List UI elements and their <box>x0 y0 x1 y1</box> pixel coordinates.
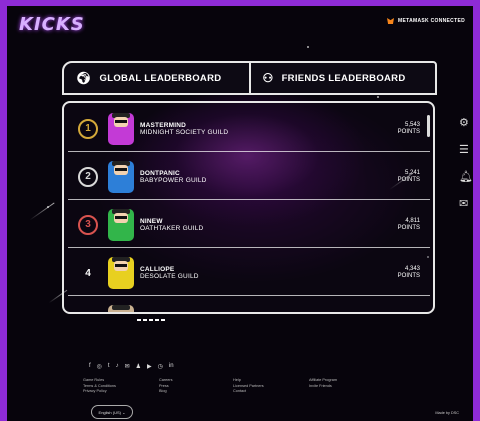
points: 4,343 POINTS <box>375 266 420 280</box>
tab-label: FRIENDS LEADERBOARD <box>281 72 406 84</box>
points-value: 5,543 <box>404 122 420 128</box>
avatar <box>108 161 134 193</box>
rank: 3 <box>68 215 108 235</box>
points-value: 4,343 <box>404 266 420 272</box>
wallet-status[interactable]: METAMASK CONNECTED <box>387 18 465 24</box>
tab-friends-leaderboard[interactable]: ⚇ FRIENDS LEADERBOARD <box>251 63 436 93</box>
social-icon[interactable]: ✉ <box>125 363 130 370</box>
globe-icon: 🌍︎ <box>76 71 92 85</box>
kicks-logo[interactable]: KICKS <box>19 14 85 35</box>
social-links: f ◎ t ♪ ✉ ♟ ▶ ◷ in <box>89 363 174 370</box>
points-label: POINTS <box>397 273 420 279</box>
social-icon[interactable]: ◎ <box>97 363 102 370</box>
social-icon[interactable]: f <box>89 363 91 370</box>
social-icon[interactable]: ▶ <box>147 363 152 370</box>
footer-col-1: Game Rules Terms & Conditions Privacy Po… <box>83 378 116 395</box>
rank: 1 <box>68 119 108 139</box>
avatar <box>108 305 134 312</box>
wallet-status-label: METAMASK CONNECTED <box>398 18 465 24</box>
pagination-dashes <box>137 319 165 321</box>
rank: 2 <box>68 167 108 187</box>
footer-link[interactable]: Contact <box>233 389 264 395</box>
footer-col-2: Careers Press Blog <box>159 378 173 395</box>
guild-name: DESOLATE GUILD <box>140 273 199 280</box>
leaderboard-row[interactable]: 1 MASTERMIND MIDNIGHT SOCIETY GUILD 5,54… <box>68 107 430 152</box>
player-info: MASTERMIND MIDNIGHT SOCIETY GUILD <box>140 122 375 137</box>
leaderboard-tabs: 🌍︎ GLOBAL LEADERBOARD ⚇ FRIENDS LEADERBO… <box>62 61 437 95</box>
player-name: NINEW <box>140 217 163 225</box>
tab-label: GLOBAL LEADERBOARD <box>99 72 222 84</box>
avatar <box>108 257 134 289</box>
rank-number: 4 <box>85 267 91 279</box>
tab-global-leaderboard[interactable]: 🌍︎ GLOBAL LEADERBOARD <box>64 63 251 93</box>
social-icon[interactable]: ♪ <box>116 363 119 370</box>
footer-link[interactable]: Affiliate Program <box>309 378 337 384</box>
made-by: Made by DSC <box>435 411 459 415</box>
social-icon[interactable]: ♟ <box>136 363 141 370</box>
footer-link[interactable]: Invite Friends <box>309 384 337 390</box>
avatar <box>108 113 134 145</box>
player-info: NINEW OATHTAKER GUILD <box>140 218 375 233</box>
player-info: CALLIOPE DESOLATE GUILD <box>140 266 375 281</box>
gear-icon[interactable]: ⚙ <box>459 116 473 129</box>
language-label: English (US) <box>98 409 121 415</box>
social-icon[interactable]: in <box>169 363 174 370</box>
rank: 4 <box>68 268 108 279</box>
points: 5,241 POINTS <box>375 170 420 184</box>
footer-link[interactable]: Privacy Policy <box>83 389 116 395</box>
points-label: POINTS <box>397 177 420 183</box>
player-name: MASTERMIND <box>140 121 187 129</box>
list-icon[interactable]: ☰ <box>459 143 473 156</box>
footer-link[interactable]: Blog <box>159 389 173 395</box>
footer-col-4: Affiliate Program Invite Friends <box>309 378 337 389</box>
people-icon: ⚇ <box>262 71 274 85</box>
rank-medal: 1 <box>78 119 98 139</box>
guild-name: OATHTAKER GUILD <box>140 225 204 232</box>
footer-link[interactable]: Careers <box>159 378 173 384</box>
guild-name: MIDNIGHT SOCIETY GUILD <box>140 129 229 136</box>
leaderboard-row[interactable]: 4 CALLIOPE DESOLATE GUILD 4,343 POINTS <box>68 251 430 296</box>
guild-name: BABYPOWER GUILD <box>140 177 207 184</box>
social-icon[interactable]: t <box>108 363 110 370</box>
mail-icon[interactable]: ✉ <box>459 197 473 210</box>
metamask-icon <box>387 18 395 24</box>
points-value: 5,241 <box>404 170 420 176</box>
footer-col-3: Help Licensed Partners Contact <box>233 378 264 395</box>
player-name: DONTPANIC <box>140 169 180 177</box>
leaderboard-list[interactable]: 1 MASTERMIND MIDNIGHT SOCIETY GUILD 5,54… <box>62 101 435 314</box>
leaderboard-row[interactable]: 3 NINEW OATHTAKER GUILD 4,811 POINTS <box>68 203 430 248</box>
player-info: DONTPANIC BABYPOWER GUILD <box>140 170 375 185</box>
rank-medal: 2 <box>78 167 98 187</box>
language-selector[interactable]: English (US) ⌄ <box>91 405 133 419</box>
leaderboard-panel: 🌍︎ GLOBAL LEADERBOARD ⚇ FRIENDS LEADERBO… <box>62 61 437 321</box>
points-label: POINTS <box>397 225 420 231</box>
leaderboard-row-partial[interactable] <box>68 299 430 312</box>
avatar <box>108 209 134 241</box>
rank-medal: 3 <box>78 215 98 235</box>
points-value: 4,811 <box>405 218 420 224</box>
leaderboard-row[interactable]: 2 DONTPANIC BABYPOWER GUILD 5,241 POINTS <box>68 155 430 200</box>
app-frame: KICKS METAMASK CONNECTED 🌍︎ GLOBAL LEADE… <box>7 6 473 421</box>
player-name: CALLIOPE <box>140 265 175 273</box>
side-toolbar: ⚙ ☰ 🔔︎ ✉ <box>459 116 473 210</box>
social-icon[interactable]: ◷ <box>158 363 163 370</box>
bell-icon[interactable]: 🔔︎ <box>459 170 473 183</box>
points-label: POINTS <box>397 129 420 135</box>
points: 5,543 POINTS <box>375 122 420 136</box>
points: 4,811 POINTS <box>375 218 420 232</box>
